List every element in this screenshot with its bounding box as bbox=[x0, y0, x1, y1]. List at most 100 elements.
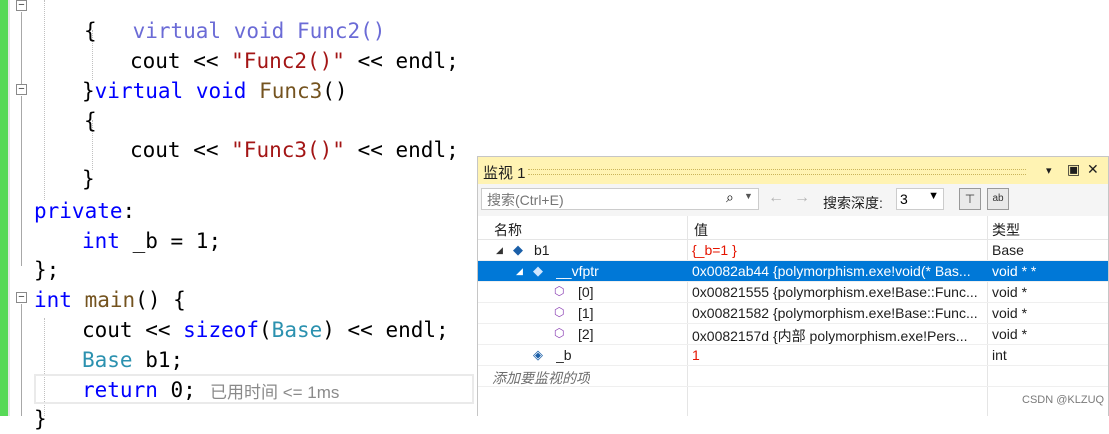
field-icon: ◆ bbox=[533, 263, 543, 278]
elapsed-time-hint: 已用时间 <= 1ms bbox=[210, 383, 340, 402]
code-line: Base b1; bbox=[82, 345, 183, 375]
code-line: } bbox=[82, 167, 95, 191]
fold-line bbox=[21, 304, 22, 416]
watermark: CSDN @KLZUQ bbox=[1022, 394, 1105, 406]
fold-line bbox=[21, 96, 22, 266]
array-element-icon: ⬡ bbox=[554, 284, 565, 298]
keyword: return bbox=[82, 378, 158, 402]
back-arrow-icon[interactable]: ← bbox=[768, 189, 784, 207]
function-name: Func3 bbox=[259, 79, 323, 103]
watch-row-b1[interactable]: ◢ ◆ b1 {_b=1 } Base bbox=[478, 240, 1108, 261]
code-line: int main() { bbox=[34, 285, 186, 315]
type-name: Base bbox=[82, 348, 133, 372]
watch-title: 监视 1 bbox=[483, 165, 526, 182]
watch-row-2[interactable]: ⬡ [2] 0x0082157d {内部 polymorphism.exe!Pe… bbox=[478, 324, 1108, 345]
watch-row-b[interactable]: ◈ _b 1 int bbox=[478, 345, 1108, 366]
code-line: }virtual void Func3() bbox=[82, 76, 348, 106]
code-line: private: bbox=[34, 196, 135, 226]
code-token: cout << bbox=[130, 138, 232, 162]
code-token: virtual void Func2() bbox=[132, 19, 386, 43]
watch-grid[interactable]: 名称 值 类型 ◢ ◆ b1 {_b=1 } Base ◢ ◆ __vfptr … bbox=[478, 216, 1108, 416]
fold-line bbox=[21, 12, 22, 84]
maximize-icon[interactable]: ▣ bbox=[1067, 161, 1080, 178]
search-depth-select[interactable]: 3 ▼ bbox=[896, 188, 944, 210]
code-token: () bbox=[322, 79, 348, 103]
code-line: int _b = 1; bbox=[82, 226, 221, 256]
watch-type: Base bbox=[992, 242, 1024, 258]
watch-row-1[interactable]: ⬡ [1] 0x00821582 {polymorphism.exe!Base:… bbox=[478, 303, 1108, 324]
watch-toolbar: ⌕ ▼ ← → 搜索深度: 3 ▼ ⊤ ab bbox=[478, 185, 1108, 215]
watch-name: _b bbox=[556, 347, 572, 363]
search-box[interactable]: ⌕ ▼ bbox=[481, 188, 759, 210]
watch-name: __vfptr bbox=[556, 263, 599, 279]
drag-grip[interactable] bbox=[528, 169, 1026, 175]
close-icon[interactable]: ✕ bbox=[1087, 161, 1099, 178]
watch-value: 0x0082ab44 {polymorphism.exe!void(* Bas.… bbox=[692, 263, 971, 279]
search-input[interactable] bbox=[485, 190, 719, 210]
code-token: << endl; bbox=[344, 138, 459, 162]
chevron-down-icon: ▼ bbox=[928, 190, 939, 202]
watch-type: int bbox=[992, 347, 1007, 363]
code-line: { bbox=[84, 109, 97, 133]
private-field-icon: ◈ bbox=[533, 347, 543, 362]
code-line: } bbox=[34, 407, 47, 431]
code-line-current: return 0; bbox=[82, 375, 196, 405]
column-header-name[interactable]: 名称 bbox=[494, 220, 522, 240]
collapse-triangle-icon[interactable]: ◢ bbox=[516, 266, 523, 277]
add-watch-item[interactable]: 添加要监视的项 bbox=[492, 368, 590, 388]
forward-arrow-icon[interactable]: → bbox=[794, 189, 810, 207]
array-element-icon: ⬡ bbox=[554, 305, 565, 319]
watch-name: [2] bbox=[578, 326, 594, 342]
type-name: Base bbox=[271, 318, 323, 342]
chevron-down-icon[interactable]: ▼ bbox=[744, 191, 753, 201]
code-token: << endl; bbox=[344, 49, 459, 73]
grid-header: 名称 值 类型 bbox=[478, 216, 1108, 240]
watch-row-vfptr[interactable]: ◢ ◆ __vfptr 0x0082ab44 {polymorphism.exe… bbox=[478, 261, 1108, 282]
function-name: main bbox=[84, 288, 136, 312]
collapse-icon[interactable]: − bbox=[16, 84, 27, 95]
code-token: b1; bbox=[132, 348, 184, 372]
keyword: int bbox=[82, 229, 120, 253]
indent-guide bbox=[44, 0, 45, 200]
code-token: _b = 1; bbox=[119, 229, 222, 253]
collapse-icon[interactable]: − bbox=[16, 292, 27, 303]
watch-type: void * bbox=[992, 284, 1028, 300]
keyword: int bbox=[34, 288, 72, 312]
string-literal: "Func3()" bbox=[231, 138, 345, 162]
pin-filter-icon[interactable]: ⊤ bbox=[959, 188, 981, 210]
watch-value: 0x0082157d {内部 polymorphism.exe!Pers... bbox=[692, 328, 968, 344]
collapse-triangle-icon[interactable]: ◢ bbox=[496, 245, 503, 256]
watch-value: 0x00821555 {polymorphism.exe!Base::Func.… bbox=[692, 284, 978, 300]
chevron-down-icon[interactable]: ▾ bbox=[1046, 164, 1052, 177]
watch-name: [0] bbox=[578, 284, 594, 300]
collapse-icon[interactable]: − bbox=[16, 0, 27, 11]
keyword: sizeof bbox=[183, 318, 260, 342]
watch-title-bar[interactable]: 监视 1 ▾ ▣ ✕ bbox=[478, 157, 1108, 184]
code-token: ( bbox=[259, 318, 272, 342]
change-margin bbox=[0, 0, 8, 416]
watch-name: [1] bbox=[578, 305, 594, 321]
code-line: { bbox=[84, 19, 97, 43]
column-header-type[interactable]: 类型 bbox=[992, 220, 1020, 240]
watch-row-0[interactable]: ⬡ [0] 0x00821555 {polymorphism.exe!Base:… bbox=[478, 282, 1108, 303]
code-token: : bbox=[122, 199, 136, 223]
search-icon[interactable]: ⌕ bbox=[726, 189, 734, 206]
watch-value: {_b=1 } bbox=[692, 242, 737, 258]
tab-format-icon[interactable]: ab bbox=[987, 188, 1009, 210]
watch-value: 0x00821582 {polymorphism.exe!Base::Func.… bbox=[692, 305, 978, 321]
code-line: }; bbox=[34, 258, 60, 282]
code-token: () { bbox=[135, 288, 186, 312]
keyword: void bbox=[195, 79, 247, 103]
add-watch-row[interactable]: 添加要监视的项 bbox=[478, 366, 1108, 387]
watch-name: b1 bbox=[534, 242, 550, 258]
code-token: } bbox=[82, 79, 95, 103]
code-line: cout << "Func2()" << endl; bbox=[130, 46, 459, 76]
search-depth-label: 搜索深度: bbox=[823, 195, 883, 211]
object-icon: ◆ bbox=[513, 242, 523, 257]
watch-window[interactable]: 监视 1 ▾ ▣ ✕ ⌕ ▼ ← → 搜索深度: 3 ▼ ⊤ ab 名称 值 类… bbox=[477, 156, 1109, 416]
code-line-func2-signature: virtual void Func2() bbox=[82, 0, 386, 43]
column-header-value[interactable]: 值 bbox=[694, 220, 708, 240]
